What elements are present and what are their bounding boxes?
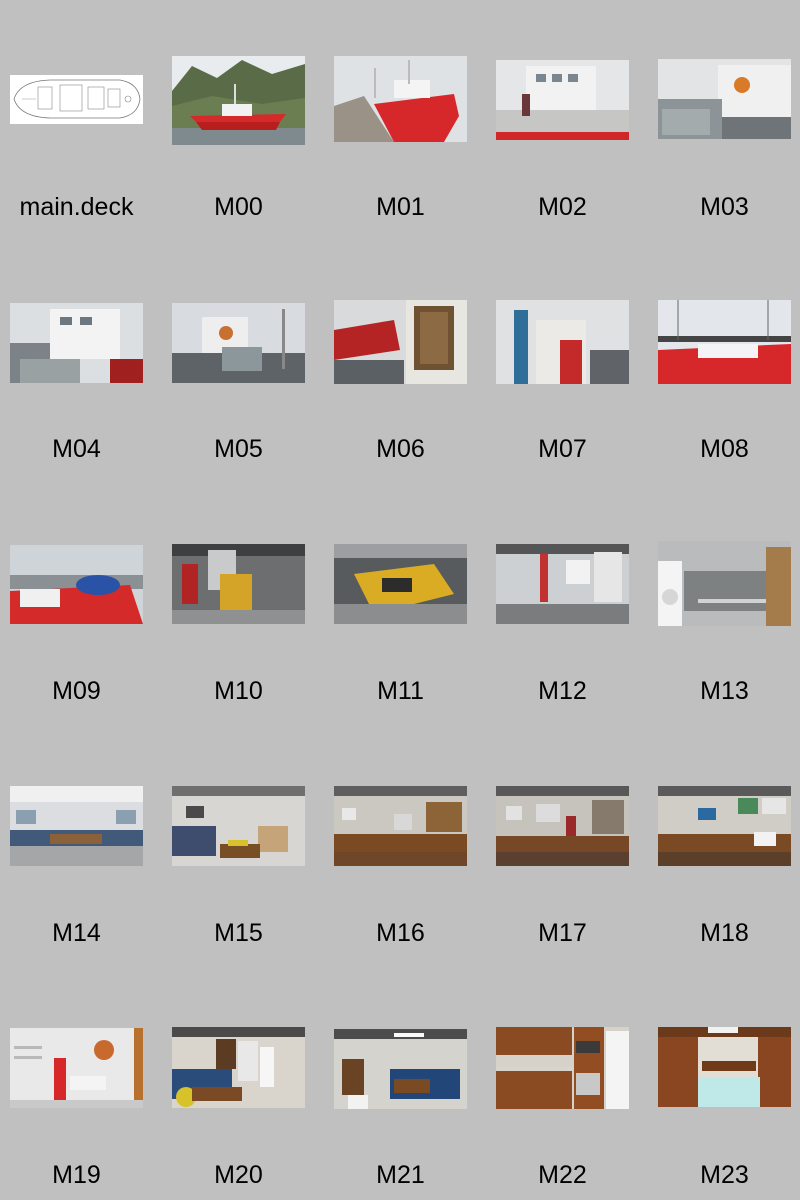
thumbnail-main-deck[interactable]: main.deck bbox=[0, 0, 162, 242]
thumbnail-caption: M10 bbox=[214, 677, 263, 705]
thumbnail-caption: M13 bbox=[700, 677, 749, 705]
thumbnail-m23[interactable]: M23 bbox=[648, 968, 800, 1200]
thumbnail-caption: main.deck bbox=[19, 193, 134, 221]
thumbnail-caption: M09 bbox=[52, 677, 101, 705]
boat-deck-person-photo-icon[interactable] bbox=[496, 60, 629, 140]
bow-deck-photo-icon[interactable] bbox=[10, 545, 143, 624]
thumbnail-m06[interactable]: M06 bbox=[324, 242, 486, 484]
thumbnail-m17[interactable]: M17 bbox=[486, 726, 648, 968]
thumbnail-m18[interactable]: M18 bbox=[648, 726, 800, 968]
thumbnail-m02[interactable]: M02 bbox=[486, 0, 648, 242]
thumbnail-m04[interactable]: M04 bbox=[0, 242, 162, 484]
bridge-office-photo-icon[interactable] bbox=[496, 786, 629, 866]
thumbnail-m03[interactable]: M03 bbox=[648, 0, 800, 242]
thumbnail-caption: M21 bbox=[376, 1161, 425, 1189]
galley-kitchen-photo-icon[interactable] bbox=[496, 1027, 629, 1109]
thumbnail-caption: M05 bbox=[214, 435, 263, 463]
engine-room-photo-icon[interactable] bbox=[172, 544, 305, 624]
engine-room-aft-photo-icon[interactable] bbox=[496, 544, 629, 624]
deck-door-photo-icon[interactable] bbox=[334, 300, 467, 384]
boat-deck-wheelhouse-photo-icon[interactable] bbox=[658, 59, 791, 139]
thumbnail-caption: M04 bbox=[52, 435, 101, 463]
thumbnail-caption: M15 bbox=[214, 919, 263, 947]
thumbnail-m10[interactable]: M10 bbox=[162, 484, 324, 726]
thumbnail-caption: M11 bbox=[377, 677, 424, 705]
thumbnail-m16[interactable]: M16 bbox=[324, 726, 486, 968]
lounge-photo-icon[interactable] bbox=[172, 786, 305, 866]
thumbnail-caption: M18 bbox=[700, 919, 749, 947]
bathroom-photo-icon[interactable] bbox=[10, 1028, 143, 1108]
thumbnail-caption: M17 bbox=[538, 919, 587, 947]
thumbnail-m14[interactable]: M14 bbox=[0, 726, 162, 968]
red-boat-mountains-photo-icon[interactable] bbox=[172, 56, 305, 145]
bunk-cabin-photo-icon[interactable] bbox=[658, 1027, 791, 1107]
thumbnail-caption: M22 bbox=[538, 1161, 587, 1189]
thumbnail-caption: M19 bbox=[52, 1161, 101, 1189]
yellow-engine-photo-icon[interactable] bbox=[334, 544, 467, 624]
thumbnail-m05[interactable]: M05 bbox=[162, 242, 324, 484]
thumbnail-caption: M16 bbox=[376, 919, 425, 947]
red-deck-railing-photo-icon[interactable] bbox=[658, 300, 791, 384]
thumbnail-caption: M07 bbox=[538, 435, 587, 463]
thumbnail-m01[interactable]: M01 bbox=[324, 0, 486, 242]
navigation-station-photo-icon[interactable] bbox=[658, 786, 791, 866]
thumbnail-m13[interactable]: M13 bbox=[648, 484, 800, 726]
bridge-desk-photo-icon[interactable] bbox=[334, 786, 467, 866]
thumbnail-caption: M06 bbox=[376, 435, 425, 463]
thumbnail-caption: M02 bbox=[538, 193, 587, 221]
thumbnail-gallery: main.deck M00 M01 M02 M03 M04 M05 M06 M0… bbox=[0, 0, 800, 1200]
thumbnail-caption: M23 bbox=[700, 1161, 749, 1189]
deck-stairs-photo-icon[interactable] bbox=[496, 300, 629, 384]
thumbnail-m15[interactable]: M15 bbox=[162, 726, 324, 968]
red-boat-pier-photo-icon[interactable] bbox=[334, 56, 467, 142]
thumbnail-caption: M00 bbox=[214, 193, 263, 221]
wheelhouse-side-photo-icon[interactable] bbox=[10, 303, 143, 383]
aft-deck-photo-icon[interactable] bbox=[172, 303, 305, 383]
thumbnail-caption: M12 bbox=[538, 677, 587, 705]
thumbnail-caption: M08 bbox=[700, 435, 749, 463]
thumbnail-m19[interactable]: M19 bbox=[0, 968, 162, 1200]
thumbnail-caption: M14 bbox=[52, 919, 101, 947]
thumbnail-caption: M03 bbox=[700, 193, 749, 221]
thumbnail-m22[interactable]: M22 bbox=[486, 968, 648, 1200]
thumbnail-m08[interactable]: M08 bbox=[648, 242, 800, 484]
galley-dining-photo-icon[interactable] bbox=[172, 1027, 305, 1108]
thumbnail-m20[interactable]: M20 bbox=[162, 968, 324, 1200]
thumbnail-m09[interactable]: M09 bbox=[0, 484, 162, 726]
thumbnail-m00[interactable]: M00 bbox=[162, 0, 324, 242]
thumbnail-m11[interactable]: M11 bbox=[324, 484, 486, 726]
mess-room-photo-icon[interactable] bbox=[334, 1029, 467, 1109]
thumbnail-m21[interactable]: M21 bbox=[324, 968, 486, 1200]
thumbnail-m07[interactable]: M07 bbox=[486, 242, 648, 484]
saloon-photo-icon[interactable] bbox=[10, 786, 143, 866]
thumbnail-m12[interactable]: M12 bbox=[486, 484, 648, 726]
utility-room-photo-icon[interactable] bbox=[658, 541, 791, 626]
thumbnail-caption: M01 bbox=[376, 193, 425, 221]
thumbnail-caption: M20 bbox=[214, 1161, 263, 1189]
deck-plan-drawing-icon[interactable] bbox=[10, 75, 143, 124]
